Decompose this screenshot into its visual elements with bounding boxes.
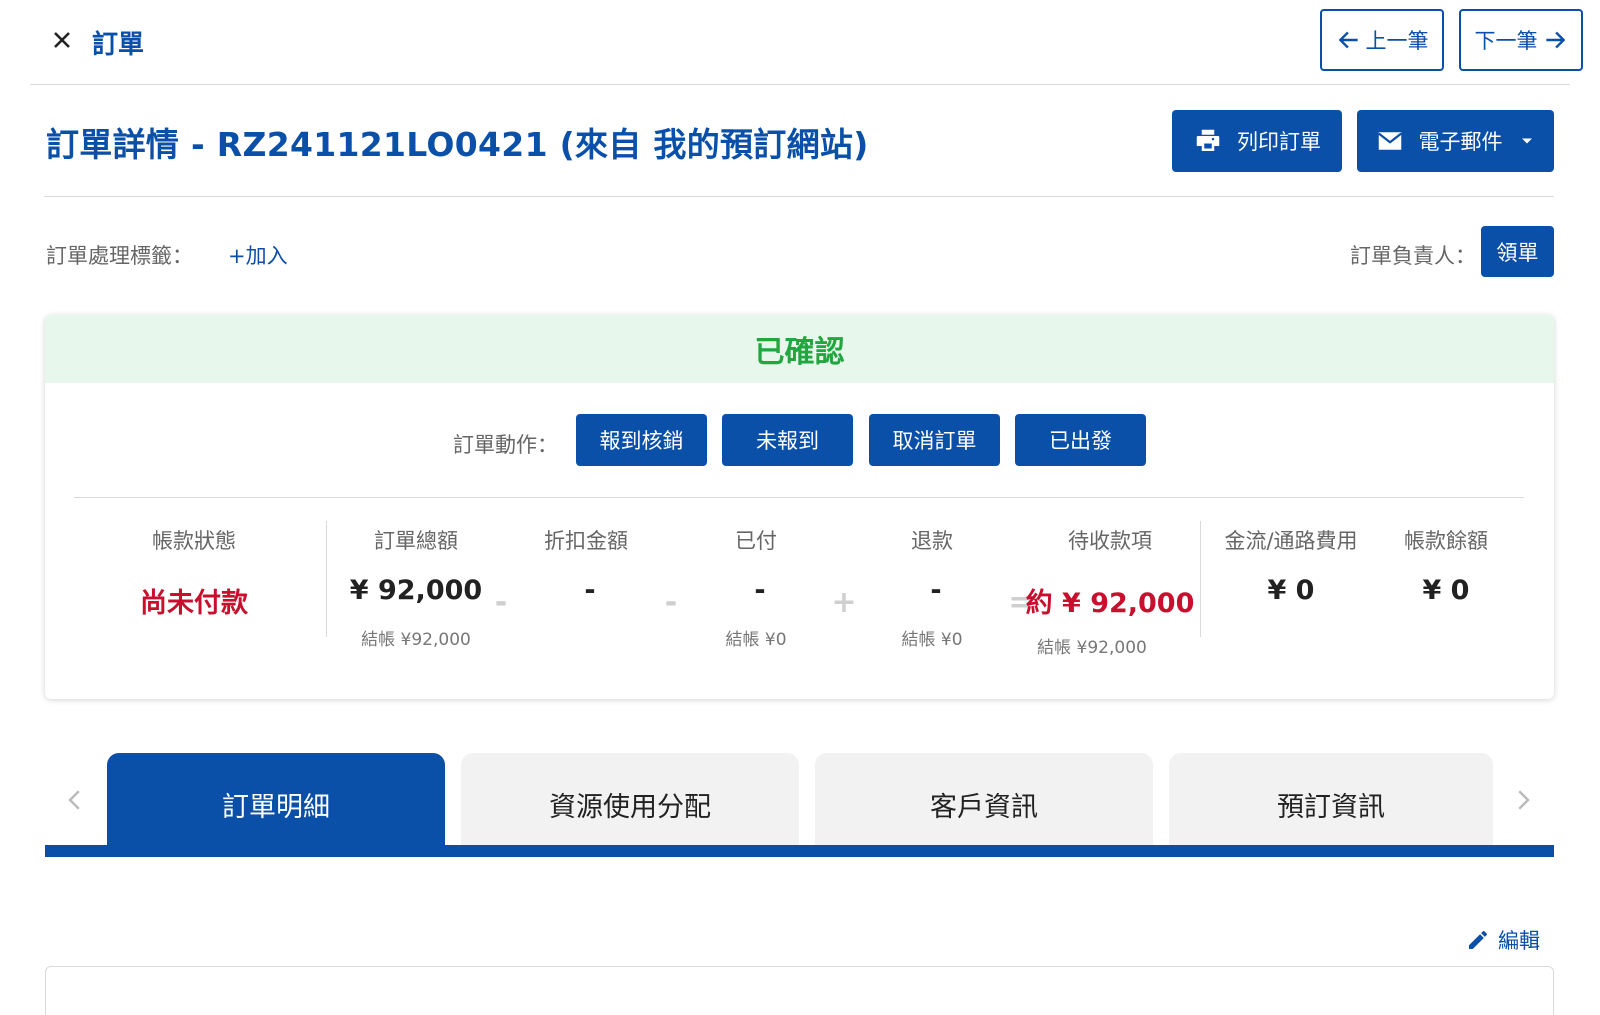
- fees-value: ¥ 0: [1267, 575, 1315, 606]
- header-divider: [44, 196, 1554, 197]
- refund-label: 退款: [911, 529, 953, 553]
- refund-sub: 結帳 ¥0: [901, 630, 963, 650]
- email-button[interactable]: 電子郵件: [1357, 110, 1554, 172]
- paid-sub: 結帳 ¥0: [725, 630, 787, 650]
- next-label: 下一筆: [1474, 29, 1538, 53]
- next-button[interactable]: 下一筆: [1459, 9, 1583, 71]
- departed-button[interactable]: 已出發: [1015, 414, 1146, 466]
- tab-order-details[interactable]: 訂單明細: [107, 753, 445, 845]
- print-order-label: 列印訂單: [1237, 130, 1321, 154]
- pencil-icon: [1469, 930, 1488, 949]
- no-show-button[interactable]: 未報到: [722, 414, 853, 466]
- tab-customer-info[interactable]: 客戶資訊: [815, 753, 1153, 845]
- receivable-sub: 結帳 ¥92,000: [1037, 638, 1147, 658]
- page-section-title: 訂單: [92, 30, 145, 60]
- printer-icon: [1196, 129, 1220, 151]
- arrow-right-icon: [1545, 31, 1565, 49]
- tab-scroll-left-icon[interactable]: [60, 785, 90, 815]
- fees-label: 金流/通路費用: [1224, 529, 1358, 553]
- tab-booking-info[interactable]: 預訂資訊: [1169, 753, 1493, 845]
- balance-value: ¥ 0: [1422, 575, 1470, 606]
- tab-scroll-right-icon[interactable]: [1508, 785, 1538, 815]
- status-banner: 已確認: [45, 315, 1554, 383]
- order-total-sub: 結帳 ¥92,000: [361, 630, 471, 650]
- cancel-order-button[interactable]: 取消訂單: [869, 414, 1000, 466]
- account-status-value: 尚未付款: [140, 588, 248, 619]
- order-total-value: ¥ 92,000: [349, 575, 483, 606]
- tag-label: 訂單處理標籤：: [46, 244, 193, 268]
- edit-label: 編輯: [1498, 929, 1540, 953]
- owner-label: 訂單負責人：: [1350, 244, 1476, 268]
- previous-button[interactable]: 上一筆: [1320, 9, 1444, 71]
- discount-value: -: [584, 575, 596, 606]
- receivable-value: 約 ¥ 92,000: [1025, 588, 1195, 619]
- account-status-label: 帳款狀態: [152, 529, 236, 553]
- order-status-card: 已確認 訂單動作： 報到核銷 未報到 取消訂單 已出發 帳款狀態 尚未付款 訂單…: [45, 315, 1554, 699]
- arrow-left-icon: [1338, 31, 1358, 49]
- order-detail-title: 訂單詳情 - RZ241121LO0421 (來自 我的預訂網站): [46, 125, 869, 164]
- add-tag-link[interactable]: +加入: [228, 240, 288, 270]
- edit-button[interactable]: 編輯: [1466, 925, 1540, 955]
- order-total-label: 訂單總額: [374, 529, 458, 553]
- balance-label: 帳款餘額: [1404, 529, 1488, 553]
- top-bar: 訂單 上一筆 下一筆: [30, 0, 1583, 85]
- receivable-label: 待收款項: [1068, 529, 1152, 553]
- mail-icon: [1377, 132, 1402, 150]
- paid-value: -: [754, 575, 766, 606]
- order-details-panel: [45, 966, 1554, 1015]
- claim-order-button[interactable]: 領單: [1481, 226, 1554, 277]
- tab-underline: [45, 845, 1554, 857]
- close-icon[interactable]: [48, 26, 76, 54]
- caret-down-icon: [1521, 138, 1532, 144]
- check-in-button[interactable]: 報到核銷: [576, 414, 707, 466]
- discount-label: 折扣金額: [544, 529, 628, 553]
- card-divider: [74, 497, 1524, 498]
- email-label: 電子郵件: [1418, 130, 1503, 154]
- paid-label: 已付: [735, 529, 777, 553]
- previous-label: 上一筆: [1365, 29, 1429, 53]
- print-order-button[interactable]: 列印訂單: [1172, 110, 1342, 172]
- order-actions-label: 訂單動作：: [453, 433, 558, 457]
- tab-resource-allocation[interactable]: 資源使用分配: [461, 753, 799, 845]
